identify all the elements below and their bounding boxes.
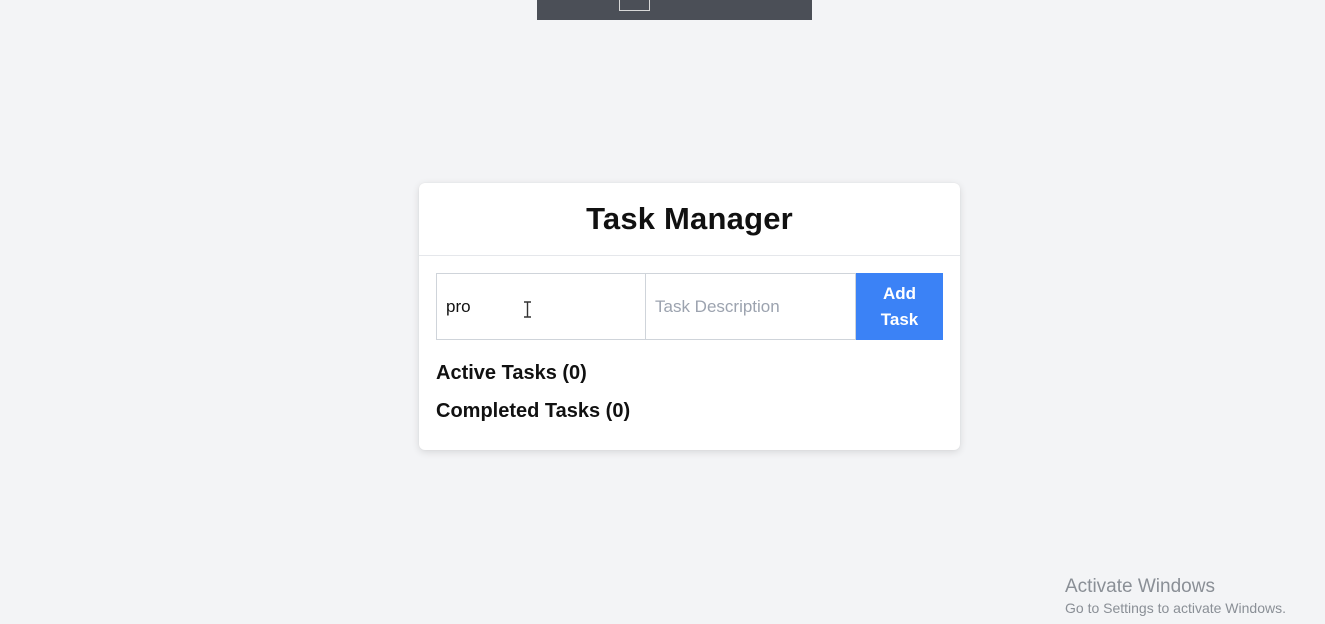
watermark-subtitle: Go to Settings to activate Windows. — [1065, 600, 1286, 616]
top-overlay-bar — [537, 0, 812, 20]
task-manager-card: Task Manager Add Task Active Tasks (0) C… — [419, 183, 960, 450]
card-header: Task Manager — [419, 183, 960, 256]
completed-tasks-heading: Completed Tasks (0) — [436, 400, 631, 422]
page-title: Task Manager — [586, 201, 793, 236]
active-tasks-heading: Active Tasks (0) — [436, 362, 587, 384]
activate-windows-watermark: Activate Windows Go to Settings to activ… — [1065, 576, 1286, 618]
add-task-button[interactable]: Add Task — [856, 273, 943, 340]
add-task-form: Add Task — [436, 273, 943, 340]
watermark-title: Activate Windows — [1065, 576, 1215, 597]
task-title-input[interactable] — [436, 273, 646, 340]
text-cursor-icon — [524, 301, 531, 318]
overlay-box — [619, 0, 650, 11]
task-description-input[interactable] — [646, 273, 856, 340]
